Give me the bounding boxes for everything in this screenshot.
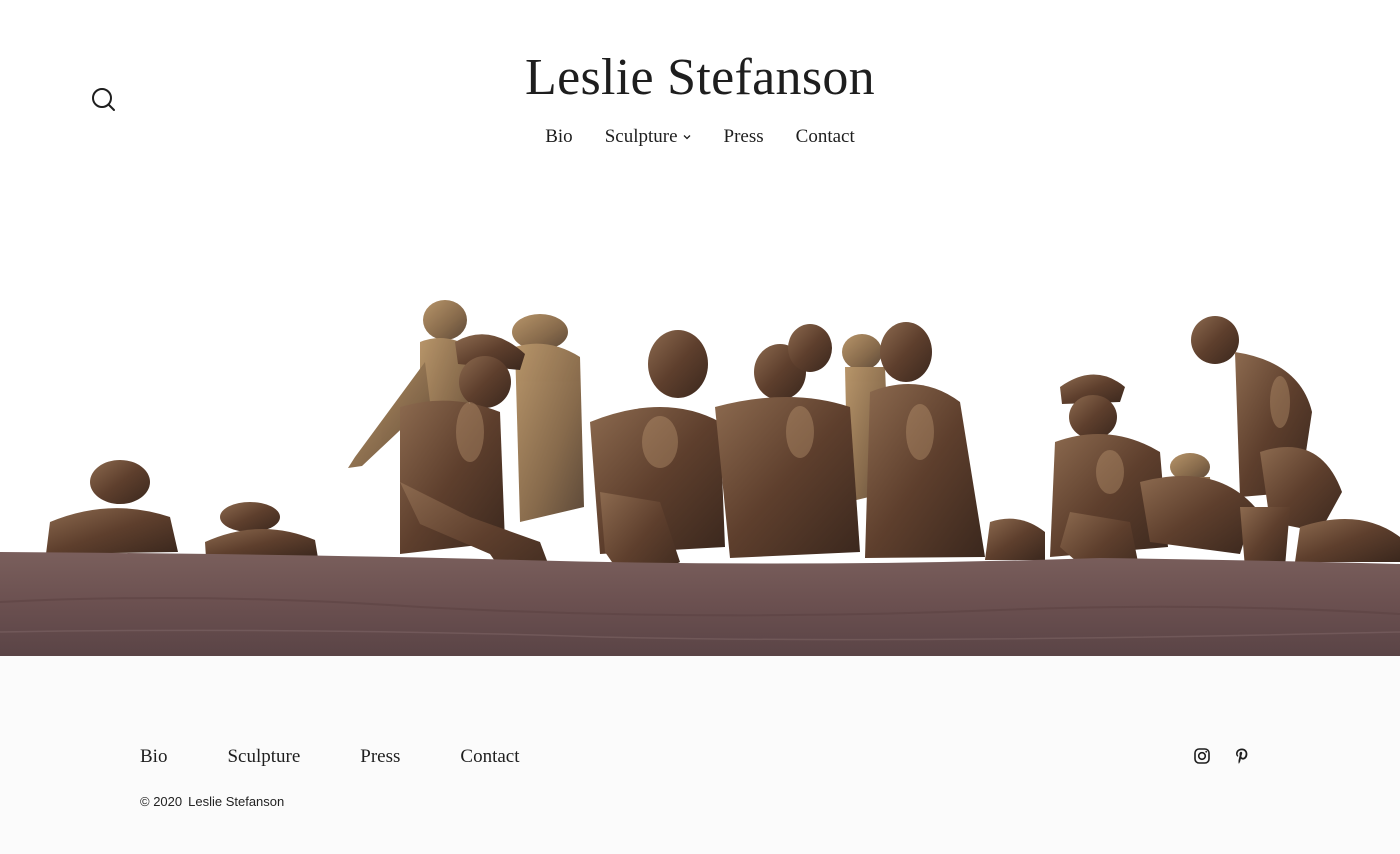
- sculpture-photo: [0, 292, 1400, 656]
- nav-item-sculpture[interactable]: Sculpture: [605, 124, 692, 150]
- copyright-year: © 2020: [140, 794, 183, 809]
- nav-item-bio[interactable]: Bio: [545, 124, 572, 150]
- hero-image: [0, 292, 1400, 656]
- primary-nav: Bio Sculpture Press Contact: [0, 124, 1400, 150]
- footer-link-bio[interactable]: Bio: [140, 744, 167, 770]
- nav-item-contact[interactable]: Contact: [796, 124, 855, 150]
- site-header: Leslie Stefanson Bio Sculpture Press Con…: [0, 0, 1400, 180]
- footer-nav: Bio Sculpture Press Contact: [140, 744, 520, 770]
- chevron-down-icon: [683, 135, 690, 140]
- site-title[interactable]: Leslie Stefanson: [0, 46, 1400, 110]
- footer-link-press[interactable]: Press: [360, 744, 400, 770]
- footer-link-contact[interactable]: Contact: [460, 744, 519, 770]
- copyright-name[interactable]: Leslie Stefanson: [188, 794, 284, 809]
- pinterest-icon[interactable]: [1232, 746, 1252, 766]
- copyright: © 2020 Leslie Stefanson: [140, 794, 284, 809]
- nav-item-label: Bio: [545, 126, 573, 147]
- site-footer: Bio Sculpture Press Contact © 2020 Lesli…: [0, 656, 1400, 854]
- nav-item-label: Sculpture: [604, 126, 678, 147]
- instagram-icon[interactable]: [1192, 746, 1212, 766]
- footer-link-sculpture[interactable]: Sculpture: [227, 744, 300, 770]
- nav-item-press[interactable]: Press: [724, 124, 764, 150]
- social-links: [1192, 746, 1252, 766]
- nav-item-label: Press: [723, 126, 764, 147]
- nav-item-label: Contact: [795, 126, 855, 147]
